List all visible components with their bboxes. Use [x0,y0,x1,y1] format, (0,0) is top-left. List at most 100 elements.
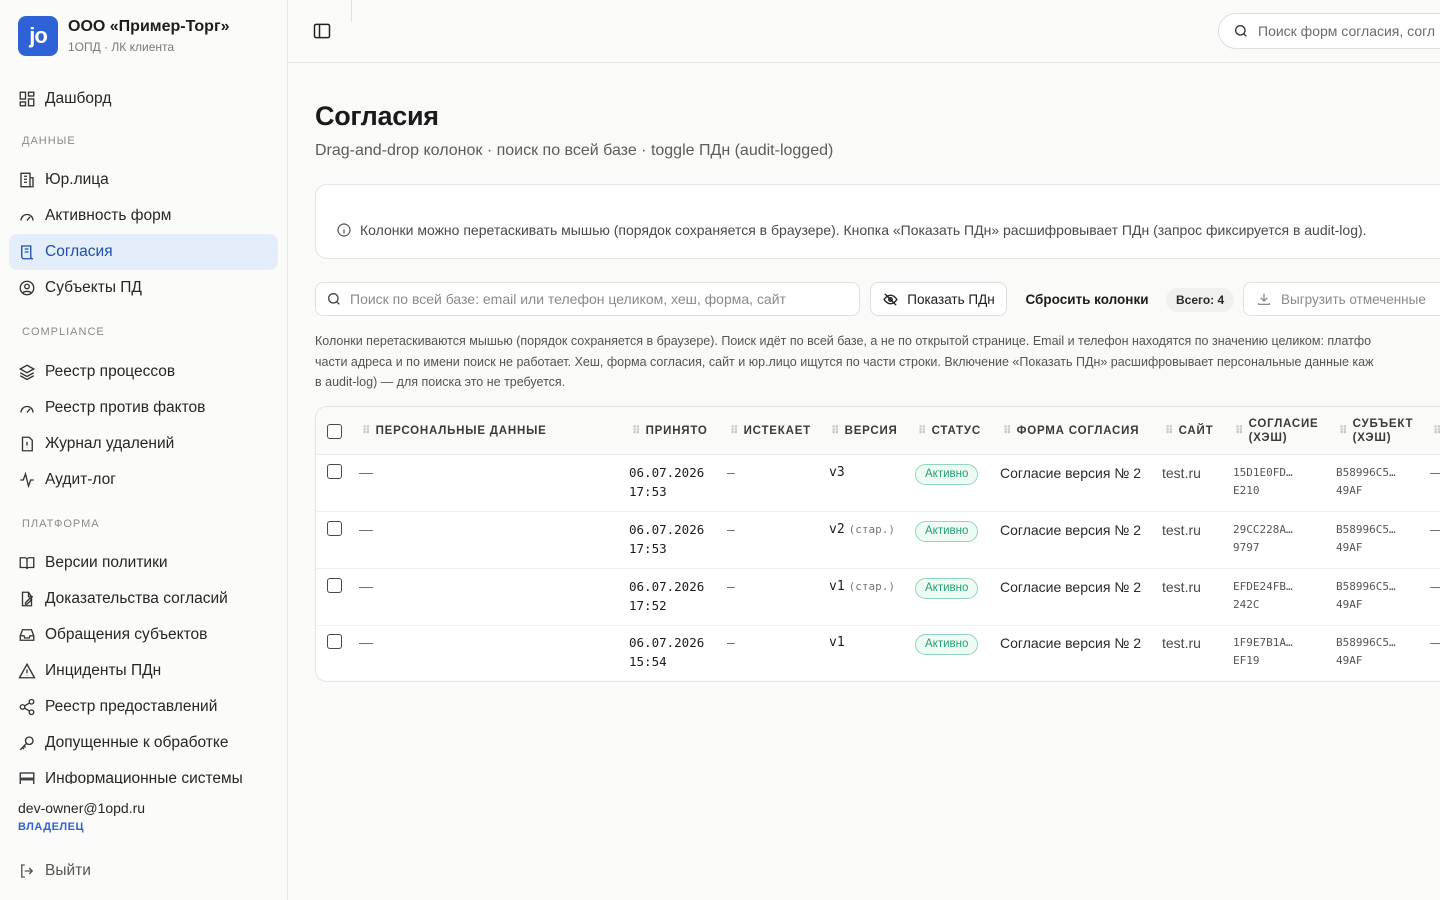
logo: jo [18,16,58,56]
user-role-badge: ВЛАДЕЛЕЦ [18,821,85,833]
sidebar-item-label: Активность форм [45,207,172,224]
sidebar-item-form-activity[interactable]: Активность форм [9,198,278,234]
sidebar-item-registry-vs-facts[interactable]: Реестр против фактов [9,390,278,426]
form-cell: Согласие версия № 2 [1000,522,1141,538]
sidebar-item-label: Допущенные к обработке [45,734,229,751]
user-circle-icon [18,279,36,297]
drag-handle-icon[interactable]: ⠿ [1165,424,1174,438]
sidebar-nav: Дашборд ДАННЫЕ Юр.лица Активность форм С… [9,81,278,784]
sidebar-item-pd-incidents[interactable]: Инциденты ПДн [9,653,278,689]
accepted-cell: 06.07.2026 17:53 [629,465,705,499]
export-label: Выгрузить отмеченные [1281,291,1426,307]
subject-hash-cell: B58996C5… 49AF [1336,523,1396,554]
drag-handle-icon[interactable]: ⠿ [1003,424,1012,438]
select-all-checkbox[interactable] [327,423,342,439]
drag-handle-icon[interactable]: ⠿ [362,424,371,438]
sidebar-item-process-registry[interactable]: Реестр процессов [9,354,278,390]
sidebar-item-subjects[interactable]: Субъекты ПД [9,270,278,306]
sidebar-item-label: Дашборд [45,90,112,107]
sidebar-item-info-systems[interactable]: Информационные системы [9,761,278,784]
drag-handle-icon[interactable]: ⠿ [1433,424,1440,438]
table-row[interactable]: — 06.07.2026 15:54 – v1 Активно Согласие … [316,625,1440,681]
row-checkbox[interactable] [327,634,342,649]
drag-handle-icon[interactable]: ⠿ [730,424,739,438]
sidebar-item-label: Реестр процессов [45,363,176,380]
global-search[interactable] [1218,13,1440,49]
sidebar-item-legal-entities[interactable]: Юр.лица [9,162,278,198]
consent-hash-cell: 1F9E7B1A… EF19 [1233,636,1293,667]
brand[interactable]: jo ООО «Пример-Торг» 1ОПД · ЛК клиента [18,16,230,56]
sidebar-item-consent-evidence[interactable]: Доказательства согласий [9,581,278,617]
table-row[interactable]: — 06.07.2026 17:52 – v1 (стар.) Активно Со… [316,569,1440,626]
status-cell: Активно [915,578,979,599]
col-header-more[interactable]: ⠿ [1433,407,1440,455]
subject-hash-cell: B58996C5… 49AF [1336,636,1396,667]
drag-handle-icon[interactable]: ⠿ [1339,424,1348,438]
site-cell: test.ru [1162,465,1201,481]
col-header-subject-hash[interactable]: ⠿ СУБЪЕКТ (ХЭШ) [1339,407,1413,455]
sidebar-item-provision-registry[interactable]: Реестр предоставлений [9,689,278,725]
info-icon [337,223,351,237]
consent-hash-cell: 29CC228A… 9797 [1233,523,1293,554]
search-icon [328,293,340,305]
page-title: Согласия [315,101,439,131]
global-search-input[interactable] [1258,23,1440,39]
row-checkbox-cell [327,521,342,536]
sidebar-item-label: Журнал удалений [45,435,175,452]
search-icon [1235,25,1247,37]
table-row[interactable]: — 06.07.2026 17:53 – v2 (стар.) Активно Со… [316,512,1440,569]
expires-cell: – [727,634,735,650]
eye-off-icon [883,292,898,306]
sidebar-item-audit-log[interactable]: Аудит-лог [9,462,278,498]
logout-button[interactable]: Выйти [18,862,91,880]
site-cell: test.ru [1162,579,1201,595]
status-cell: Активно [915,521,979,542]
share-icon [18,698,36,716]
sidebar-item-label: Согласия [45,243,113,260]
show-pd-button[interactable]: Показать ПДн [870,282,1007,316]
drag-handle-icon[interactable]: ⠿ [632,424,641,438]
col-header-site[interactable]: ⠿ САЙТ [1165,407,1213,455]
page-subtitle: Drag-and-drop колонок · поиск по всей ба… [315,142,834,159]
download-icon [1258,293,1270,305]
col-header-consent-hash[interactable]: ⠿ СОГЛАСИЕ (ХЭШ) [1235,407,1319,455]
table-row[interactable]: — 06.07.2026 17:53 – v3 Активно Согласие … [316,455,1440,512]
col-header-pd[interactable]: ⠿ ПЕРСОНАЛЬНЫЕ ДАННЫЕ [362,407,547,455]
site-cell: test.ru [1162,635,1201,651]
col-header-version[interactable]: ⠿ ВЕРСИЯ [831,407,898,455]
sidebar-item-dashboard[interactable]: Дашборд [9,81,278,117]
drag-handle-icon[interactable]: ⠿ [831,424,840,438]
export-selected-button[interactable]: Выгрузить отмеченные [1243,282,1440,316]
sidebar-item-label: Обращения субъектов [45,626,208,643]
col-header-form[interactable]: ⠿ ФОРМА СОГЛАСИЯ [1003,407,1139,455]
form-cell: Согласие версия № 2 [1000,579,1141,595]
drag-handle-icon[interactable]: ⠿ [918,424,927,438]
extra-cell: — [1430,464,1440,480]
row-checkbox[interactable] [327,521,342,536]
sidebar-toggle-button[interactable] [312,21,332,41]
drag-handle-icon[interactable]: ⠿ [1235,424,1244,438]
table-search[interactable] [315,282,860,316]
row-checkbox[interactable] [327,464,342,479]
sidebar-item-deletion-log[interactable]: Журнал удалений [9,426,278,462]
version-cell: v2 (стар.) [829,522,896,537]
building-icon [18,171,36,189]
table-search-input[interactable] [350,291,850,307]
scroll-icon [18,243,36,261]
sidebar-item-consents[interactable]: Согласия [9,234,278,270]
dashboard-icon [18,90,36,108]
col-header-accepted[interactable]: ⠿ ПРИНЯТО [632,407,708,455]
row-checkbox[interactable] [327,578,342,593]
reset-columns-button[interactable]: Сбросить колонки [1020,282,1154,316]
sidebar-item-subject-requests[interactable]: Обращения субъектов [9,617,278,653]
sidebar: jo ООО «Пример-Торг» 1ОПД · ЛК клиента Д… [0,0,288,900]
org-name: ООО «Пример-Торг» [68,18,230,35]
extra-cell: — [1430,634,1440,650]
show-pd-label: Показать ПДн [907,291,995,307]
col-header-expires[interactable]: ⠿ ИСТЕКАЕТ [730,407,811,455]
consents-table: ⠿ ПЕРСОНАЛЬНЫЕ ДАННЫЕ ⠿ ПРИНЯТО ⠿ ИСТЕКАЕТ … [315,406,1440,682]
sidebar-item-authorized-processors[interactable]: Допущенные к обработке [9,725,278,761]
col-header-status[interactable]: ⠿ СТАТУС [918,407,981,455]
sidebar-item-policy-versions[interactable]: Версии политики [9,545,278,581]
form-cell: Согласие версия № 2 [1000,635,1141,651]
